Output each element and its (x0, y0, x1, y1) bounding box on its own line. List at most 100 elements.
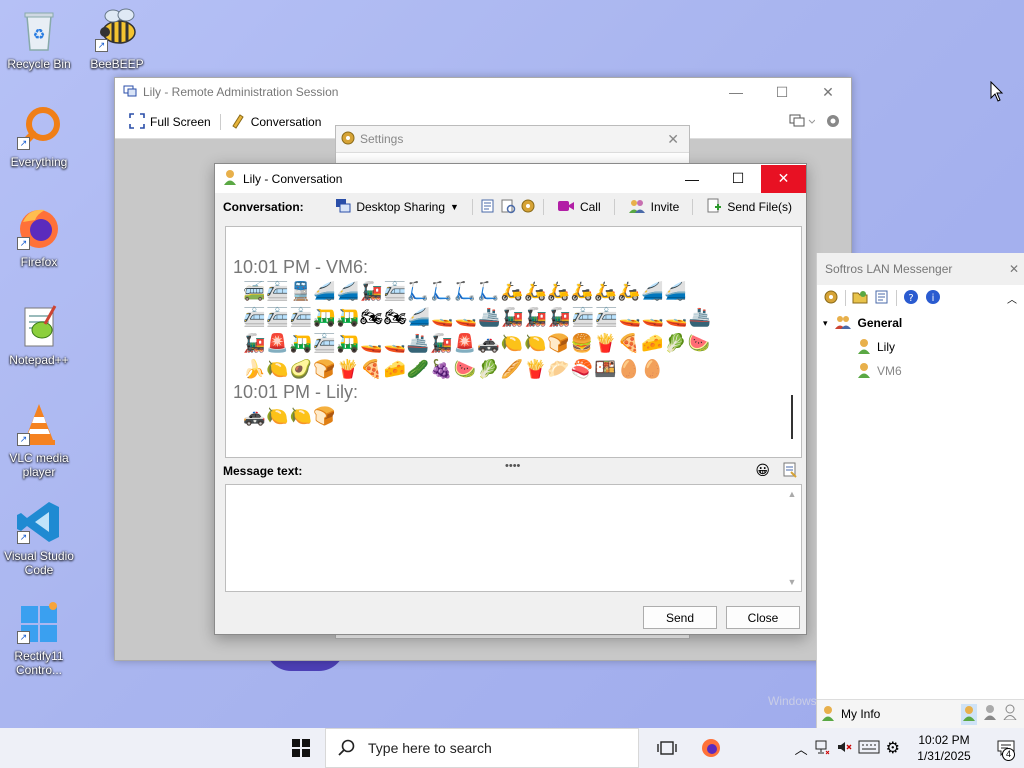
bee-icon: ↗ (93, 6, 141, 54)
softros-status-bar: My Info (817, 699, 1024, 728)
softros-close-icon[interactable]: ✕ (1009, 262, 1019, 276)
settings-icon (340, 130, 356, 149)
message-emoji-row: 🚈🚈🚈🛺🛺🏍🏍🚄🚤🚤🚢🚂🚂🚂🚈🚈🚤🚤🚤🚢 (243, 307, 713, 327)
tools-icon[interactable] (520, 198, 536, 217)
desktop-icon-recycle-bin[interactable]: ♻ Recycle Bin (2, 6, 76, 71)
firefox-icon: ↗ (15, 204, 63, 252)
desktop-icon-everything[interactable]: ↗ Everything (2, 104, 76, 169)
info-icon[interactable]: i (925, 289, 941, 308)
shortcut-arrow-icon: ↗ (17, 531, 30, 544)
history-icon[interactable] (480, 198, 496, 217)
history-scrollbar[interactable] (791, 395, 793, 439)
settings-gear-icon[interactable]: ⚙ (886, 738, 900, 758)
message-header: 10:01 PM - VM6: (233, 257, 369, 277)
shortcut-arrow-icon: ↗ (17, 631, 30, 644)
status-online-icon[interactable] (961, 703, 977, 725)
show-hidden-icons-chevron[interactable]: ︿ (795, 739, 808, 758)
settings-close-icon[interactable]: ✕ (667, 131, 679, 148)
remote-session-icon (123, 84, 137, 101)
desktop-icon-firefox[interactable]: ↗ Firefox (2, 204, 76, 269)
invite-button[interactable]: Invite (622, 196, 686, 219)
notepad-icon (15, 302, 63, 350)
status-away-icon[interactable] (983, 704, 997, 725)
contact-lily[interactable]: Lily (823, 335, 1024, 359)
full-screen-button[interactable]: Full Screen (123, 111, 217, 134)
search-input[interactable] (366, 739, 630, 757)
notification-count-badge: 4 (1002, 748, 1015, 761)
settings-gear-icon[interactable] (825, 113, 841, 132)
toolbar-separator (613, 199, 615, 215)
contact-vm6[interactable]: VM6 (823, 359, 1024, 383)
svg-text:?: ? (908, 293, 913, 304)
taskbar: ︿ ⚙ 10:02 PM 1/31/2025 4 (0, 728, 1024, 768)
taskbar-firefox-button[interactable] (689, 728, 733, 768)
shortcut-arrow-icon: ↗ (17, 237, 30, 250)
toolbar-separator (471, 199, 473, 215)
message-text-input[interactable] (226, 485, 785, 589)
log-icon[interactable] (500, 198, 516, 217)
taskbar-search[interactable] (325, 728, 639, 768)
message-emoji-row: 🚓🍋🍋🍞 (243, 406, 337, 426)
notification-center-button[interactable]: 4 (988, 728, 1024, 768)
shortcut-arrow-icon: ↗ (95, 39, 108, 52)
conversation-titlebar[interactable]: Lily - Conversation — ☐ ✕ (215, 164, 806, 193)
conversation-minimize-button[interactable]: — (669, 165, 715, 193)
softros-settings-icon[interactable] (823, 289, 839, 308)
user-online-icon (857, 338, 871, 357)
desktop-sharing-button[interactable]: Desktop Sharing ▼ (329, 196, 465, 219)
task-view-button[interactable] (645, 728, 689, 768)
taskbar-clock[interactable]: 10:02 PM 1/31/2025 (906, 732, 982, 764)
close-button[interactable]: ✕ (805, 78, 851, 106)
maximize-button[interactable]: ☐ (759, 78, 805, 106)
start-button[interactable] (277, 728, 325, 768)
history-icon[interactable] (874, 289, 890, 308)
splitter-grip[interactable]: •••• (505, 460, 520, 472)
firefox-icon (702, 739, 720, 757)
keyboard-icon[interactable] (858, 740, 880, 757)
expand-chevron-icon[interactable]: ▾ (823, 318, 828, 329)
conversation-history[interactable]: 10:01 PM - VM6: 🚎🚈🚆🚄🚄🚂🚈🛴🛴🛴🛴🛵🛵🛵🛵🛵🛵🚄🚄 🚈🚈🚈🛺… (225, 226, 802, 458)
format-text-icon[interactable] (782, 462, 798, 481)
minimize-button[interactable]: — (713, 78, 759, 106)
mouse-cursor-icon (990, 81, 1004, 102)
conversation-button[interactable]: Conversation (224, 111, 328, 134)
remote-admin-titlebar[interactable]: Lily - Remote Administration Session — ☐… (115, 78, 851, 106)
help-icon[interactable]: ? (903, 289, 919, 308)
message-input-box[interactable]: ▲ ▼ (225, 484, 802, 592)
toolbar-separator (845, 290, 846, 306)
message-emoji-row: 🚎🚈🚆🚄🚄🚂🚈🛴🛴🛴🛴🛵🛵🛵🛵🛵🛵🚄🚄 (243, 281, 688, 301)
desktop-icon-beebeep[interactable]: ↗ BeeBEEP (80, 6, 154, 71)
call-button[interactable]: Call (551, 197, 607, 218)
open-folder-icon[interactable] (852, 289, 868, 308)
group-general[interactable]: ▾ General (823, 311, 1024, 335)
conversation-maximize-button[interactable]: ☐ (715, 165, 761, 193)
conversation-icon (230, 113, 246, 132)
shortcut-arrow-icon: ↗ (17, 433, 30, 446)
conversation-close-button[interactable]: ✕ (761, 164, 806, 193)
desktop-icon-vscode[interactable]: ↗ Visual Studio Code (2, 498, 76, 577)
desktop-icon-vlc[interactable]: ↗ VLC media player (2, 400, 76, 479)
network-icon[interactable] (814, 739, 830, 758)
windows-start-icon (292, 739, 310, 757)
send-button[interactable]: Send (643, 606, 717, 629)
remote-admin-title: Lily - Remote Administration Session (143, 85, 339, 99)
emoji-smile-icon[interactable]: 😀 (755, 462, 770, 481)
close-conversation-button[interactable]: Close (726, 606, 800, 629)
toolbar-separator (219, 114, 221, 130)
my-info-button[interactable]: My Info (841, 707, 880, 721)
settings-titlebar[interactable]: Settings ✕ (336, 126, 689, 153)
softros-titlebar[interactable]: Softros LAN Messenger ✕ (817, 253, 1024, 285)
status-offline-icon[interactable] (1003, 704, 1017, 725)
desktop-icon-rectify11[interactable]: ↗ Rectify11 Contro... (2, 598, 76, 677)
message-header: 10:01 PM - Lily: (233, 382, 359, 402)
task-view-icon (657, 741, 677, 755)
magnifier-icon: ↗ (15, 104, 63, 152)
message-emoji-row: 🚂🚨🛺🚈🛺🚤🚤🚢🚂🚨🚓🍋🍋🍞🍔🍟🍕🧀🥬🍉 (243, 333, 712, 353)
message-scrollbar[interactable]: ▲ ▼ (787, 489, 797, 587)
volume-muted-icon[interactable] (836, 739, 852, 758)
collapse-chevron-icon[interactable]: ︿ (1007, 291, 1017, 306)
desktop-icon-notepad-plus-plus[interactable]: Notepad++ (2, 302, 76, 367)
send-files-button[interactable]: Send File(s) (700, 196, 798, 219)
toolbar-separator (692, 199, 694, 215)
monitor-select-icon[interactable] (789, 113, 816, 132)
